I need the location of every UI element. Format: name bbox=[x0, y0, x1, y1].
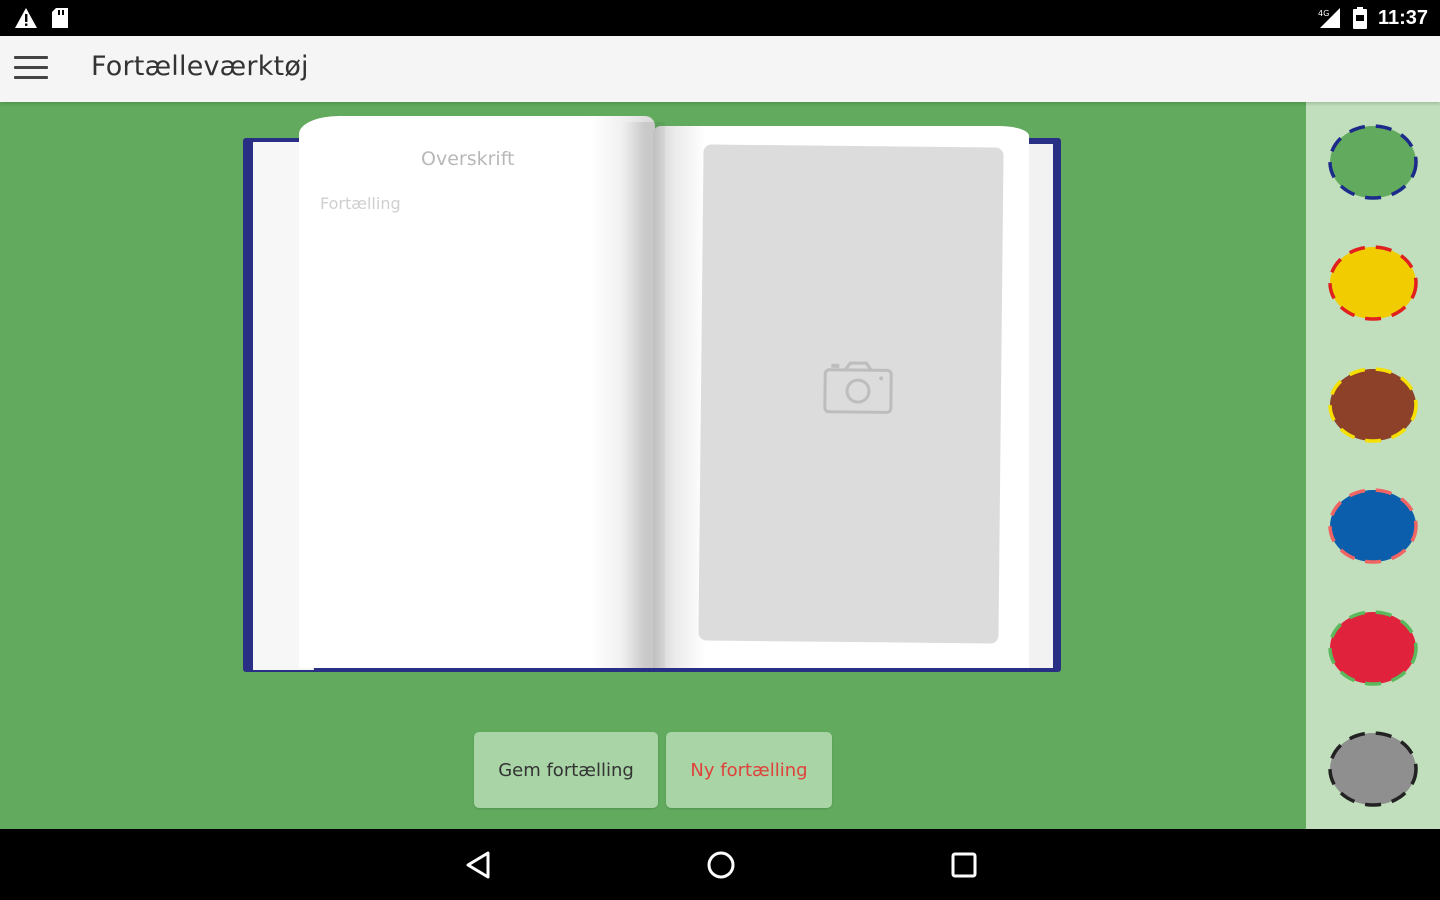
book-spine bbox=[621, 122, 665, 668]
save-story-button[interactable]: Gem fortælling bbox=[474, 732, 658, 808]
headline-input[interactable]: Overskrift bbox=[421, 148, 515, 170]
battery-icon bbox=[1352, 7, 1367, 29]
status-right-icons: 4G 11:37 bbox=[1316, 6, 1428, 30]
svg-text:4G: 4G bbox=[1318, 9, 1329, 18]
status-left-icons bbox=[14, 7, 70, 29]
story-book: Overskrift Fortælling bbox=[243, 112, 1065, 678]
home-icon[interactable] bbox=[703, 847, 739, 883]
color-chip-brown[interactable] bbox=[1328, 367, 1418, 443]
story-canvas: Overskrift Fortælling Gem fortælling Ny … bbox=[0, 102, 1306, 829]
color-chip-gray[interactable] bbox=[1328, 731, 1418, 807]
app-title: Fortælleværktøj bbox=[91, 51, 309, 82]
recents-icon[interactable] bbox=[946, 847, 982, 883]
status-clock: 11:37 bbox=[1377, 6, 1428, 29]
sd-card-icon bbox=[52, 8, 68, 28]
signal-icon: 4G bbox=[1318, 8, 1340, 28]
photo-picker[interactable] bbox=[698, 144, 1004, 644]
story-text-input[interactable]: Fortælling bbox=[320, 194, 401, 213]
new-story-button[interactable]: Ny fortælling bbox=[666, 732, 832, 808]
color-palette bbox=[1306, 102, 1440, 829]
color-chip-blue[interactable] bbox=[1328, 488, 1418, 564]
camera-icon bbox=[823, 361, 893, 414]
system-nav-bar bbox=[0, 829, 1440, 900]
color-chip-red[interactable] bbox=[1328, 610, 1418, 686]
app-bar: Fortælleværktøj bbox=[0, 36, 1440, 102]
warning-icon bbox=[15, 8, 37, 28]
color-chip-yellow[interactable] bbox=[1328, 245, 1418, 321]
back-icon[interactable] bbox=[460, 847, 496, 883]
color-chip-green[interactable] bbox=[1328, 124, 1418, 200]
hamburger-menu-icon[interactable] bbox=[14, 56, 48, 82]
status-bar: 4G 11:37 bbox=[0, 0, 1440, 36]
